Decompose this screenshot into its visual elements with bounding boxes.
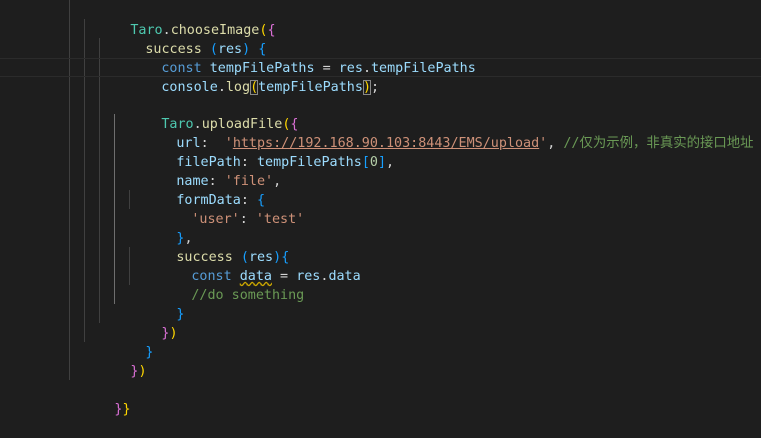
bracket: }	[122, 402, 131, 417]
code-line-9[interactable]: name: 'file',	[0, 153, 761, 189]
code-line-19[interactable]: })	[0, 343, 761, 379]
code-line-18[interactable]: }	[0, 324, 761, 360]
code-line-2[interactable]: success (res) {	[0, 21, 761, 57]
code-line-16[interactable]: }	[0, 286, 761, 322]
code-line-11[interactable]: 'user': 'test'	[0, 191, 761, 227]
token: ;	[371, 80, 380, 95]
bracket-match: )	[362, 80, 371, 95]
token: log	[225, 80, 251, 95]
code-line-1[interactable]: Taro.chooseImage({	[0, 2, 761, 38]
code-line-21[interactable]: }}	[0, 381, 761, 417]
code-line-8[interactable]: filePath: tempFilePaths[0],	[0, 134, 761, 170]
code-editor[interactable]: Taro.chooseImage({ success (res) { const…	[0, 0, 761, 417]
code-line-12[interactable]: },	[0, 210, 761, 246]
code-line-6[interactable]: Taro.uploadFile({	[0, 96, 761, 132]
code-line-4-current[interactable]: console.log(tempFilePaths);	[0, 58, 761, 95]
code-line-14[interactable]: const data = res.data	[0, 248, 761, 284]
token: console	[161, 80, 218, 95]
token: tempFilePaths	[258, 80, 363, 95]
token: .	[217, 80, 226, 95]
bracket: )	[138, 364, 147, 379]
code-line-17[interactable]: })	[0, 305, 761, 341]
code-line-15[interactable]: //do something	[0, 267, 761, 303]
code-line-13[interactable]: success (res){	[0, 229, 761, 265]
bracket-match: (	[250, 80, 259, 95]
code-line-7[interactable]: url: 'https://192.168.90.103:8443/EMS/up…	[0, 115, 761, 151]
bracket: }	[114, 402, 123, 417]
code-line-10[interactable]: formData: {	[0, 172, 761, 208]
code-line-3[interactable]: const tempFilePaths = res.tempFilePaths	[0, 40, 761, 76]
